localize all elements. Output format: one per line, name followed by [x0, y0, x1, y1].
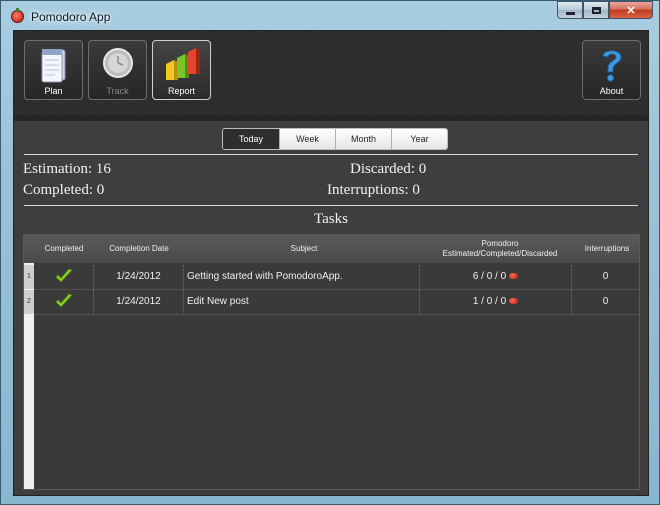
tab-today[interactable]: Today	[223, 129, 279, 149]
clock-icon	[102, 48, 133, 78]
pomodoro-cell: 6 / 0 / 0	[420, 265, 572, 289]
check-icon	[54, 268, 73, 283]
completion-date-cell: 1/24/2012	[94, 265, 184, 289]
col-completion-date[interactable]: Completion Date	[94, 235, 184, 263]
minimize-icon	[565, 11, 575, 15]
interruptions-stat: Interruptions: 0	[327, 182, 420, 198]
tomato-app-icon[interactable]	[11, 8, 24, 23]
pomodoro-cell: 1 / 0 / 0	[420, 290, 572, 314]
col-pomodoro-subtitle: Estimated/Completed/Discarded	[442, 249, 558, 258]
col-completed[interactable]: Completed	[34, 235, 94, 263]
tasks-table[interactable]: Completed Completion Date Subject Pomodo…	[23, 234, 640, 490]
toolbar: Plan Track Report About	[14, 31, 648, 116]
col-pomodoro-title: Pomodoro	[481, 239, 519, 248]
table-header: Completed Completion Date Subject Pomodo…	[24, 235, 639, 263]
about-label: About	[599, 86, 624, 96]
pomodoro-counts: 1 / 0 / 0	[472, 296, 507, 307]
track-label: Track	[106, 86, 129, 96]
interruptions-cell: 0	[602, 271, 609, 282]
title-bar[interactable]: Pomodoro App ✕	[1, 1, 659, 31]
col-interruptions[interactable]: Interruptions	[572, 235, 642, 263]
completed-stat: Completed: 0	[23, 182, 105, 198]
notepad-icon	[41, 49, 65, 83]
tomato-icon	[509, 273, 519, 280]
tasks-heading: Tasks	[314, 211, 348, 227]
report-button[interactable]: Report	[152, 40, 211, 100]
col-subject[interactable]: Subject	[184, 235, 424, 263]
interruptions-cell: 0	[602, 296, 609, 307]
tab-year[interactable]: Year	[391, 129, 447, 149]
help-question-icon	[601, 50, 622, 82]
row-number: 1	[24, 265, 34, 289]
close-icon: ✕	[626, 4, 636, 17]
window-controls: ✕	[557, 1, 653, 19]
app-window: Pomodoro App ✕ Plan Track Report About T…	[0, 0, 660, 505]
period-selector: Today Week Month Year	[222, 128, 448, 150]
row-separator	[34, 314, 639, 315]
track-button[interactable]: Track	[88, 40, 147, 100]
main-panel: Plan Track Report About Today Week Month…	[13, 30, 649, 496]
completed-cell	[34, 265, 94, 289]
maximize-icon	[591, 6, 601, 14]
toolbar-divider	[14, 115, 648, 121]
minimize-button[interactable]	[557, 1, 583, 19]
divider	[24, 205, 638, 206]
report-label: Report	[167, 86, 195, 96]
tab-week[interactable]: Week	[279, 129, 335, 149]
table-row[interactable]: 2 1/24/2012 Edit New post 1 / 0 / 0 0	[24, 290, 639, 314]
subject-cell: Getting started with PomodoroApp.	[184, 265, 420, 289]
pomodoro-counts: 6 / 0 / 0	[472, 271, 507, 282]
row-number: 2	[24, 290, 34, 314]
col-pomodoro[interactable]: Pomodoro Estimated/Completed/Discarded	[420, 235, 580, 263]
maximize-button[interactable]	[583, 1, 609, 19]
completion-date-cell: 1/24/2012	[94, 290, 184, 314]
about-button[interactable]: About	[582, 40, 641, 100]
tab-month[interactable]: Month	[335, 129, 391, 149]
plan-button[interactable]: Plan	[24, 40, 83, 100]
discarded-stat: Discarded: 0	[350, 161, 427, 177]
divider	[24, 154, 638, 155]
tomato-icon	[509, 298, 519, 305]
plan-label: Plan	[44, 86, 63, 96]
bar-chart-icon	[165, 48, 200, 80]
completed-cell	[34, 290, 94, 314]
estimation-stat: Estimation: 16	[23, 161, 111, 177]
table-row[interactable]: 1 1/24/2012 Getting started with Pomodor…	[24, 265, 639, 289]
check-icon	[54, 293, 73, 308]
subject-cell: Edit New post	[184, 290, 420, 314]
close-button[interactable]: ✕	[609, 1, 653, 19]
window-title: Pomodoro App	[31, 10, 111, 24]
